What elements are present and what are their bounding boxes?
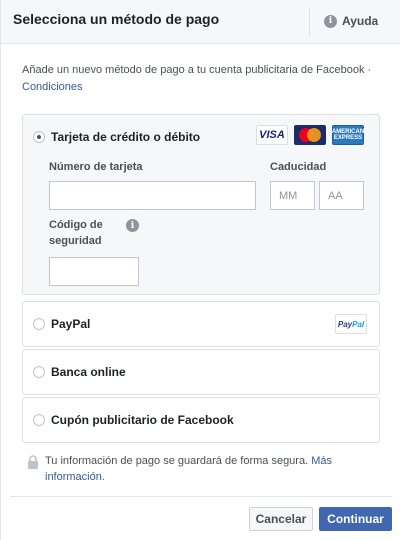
security-code-info-icon[interactable]: i bbox=[126, 219, 139, 232]
card-payment-option[interactable]: Tarjeta de crédito o débito VISA AMERICA… bbox=[22, 114, 380, 295]
coupon-radio[interactable] bbox=[33, 414, 45, 426]
coupon-option[interactable]: Cupón publicitario de Facebook bbox=[22, 397, 380, 443]
expiry-label: Caducidad bbox=[270, 161, 327, 173]
card-option-label: Tarjeta de crédito o débito bbox=[51, 130, 201, 144]
terms-link[interactable]: Condiciones bbox=[22, 81, 83, 93]
dialog-header: Selecciona un método de pago i Ayuda bbox=[1, 0, 400, 44]
cancel-button[interactable]: Cancelar bbox=[249, 507, 313, 531]
help-button[interactable]: i Ayuda bbox=[324, 14, 378, 28]
intro-text: Añade un nuevo método de pago a tu cuent… bbox=[22, 62, 382, 96]
card-number-input[interactable] bbox=[49, 181, 256, 210]
dialog-title: Selecciona un método de pago bbox=[13, 11, 220, 27]
online-banking-radio[interactable] bbox=[33, 366, 45, 378]
card-radio[interactable] bbox=[33, 131, 45, 143]
card-number-label: Número de tarjeta bbox=[49, 161, 143, 173]
online-banking-option[interactable]: Banca online bbox=[22, 349, 380, 395]
visa-logo: VISA bbox=[256, 125, 288, 145]
paypal-logo: Pay Pal bbox=[335, 314, 367, 334]
expiry-year-input[interactable]: AA bbox=[319, 181, 364, 210]
footer-divider bbox=[10, 496, 392, 497]
paypal-label: PayPal bbox=[51, 317, 91, 331]
secure-note-text: Tu información de pago se guardará de fo… bbox=[45, 455, 309, 467]
security-code-label: Código de seguridad bbox=[49, 219, 103, 247]
expiry-month-input[interactable]: MM bbox=[270, 181, 315, 210]
header-divider bbox=[309, 8, 310, 36]
paypal-option[interactable]: PayPal Pay Pal bbox=[22, 301, 380, 347]
online-banking-label: Banca online bbox=[51, 365, 126, 379]
amex-logo: AMERICAN EXPRESS bbox=[332, 125, 364, 145]
card-logos: VISA AMERICAN EXPRESS bbox=[256, 125, 364, 145]
payment-method-dialog: Selecciona un método de pago i Ayuda Aña… bbox=[0, 0, 400, 540]
lock-icon bbox=[28, 455, 38, 469]
intro-description: Añade un nuevo método de pago a tu cuent… bbox=[22, 64, 372, 76]
help-label: Ayuda bbox=[342, 14, 379, 28]
secure-payment-note: Tu información de pago se guardará de fo… bbox=[27, 453, 367, 485]
coupon-label: Cupón publicitario de Facebook bbox=[51, 413, 234, 427]
mastercard-logo bbox=[294, 125, 326, 145]
paypal-radio[interactable] bbox=[33, 318, 45, 330]
continue-button[interactable]: Continuar bbox=[319, 507, 392, 531]
security-code-input[interactable] bbox=[49, 257, 139, 286]
info-icon: i bbox=[324, 14, 337, 28]
